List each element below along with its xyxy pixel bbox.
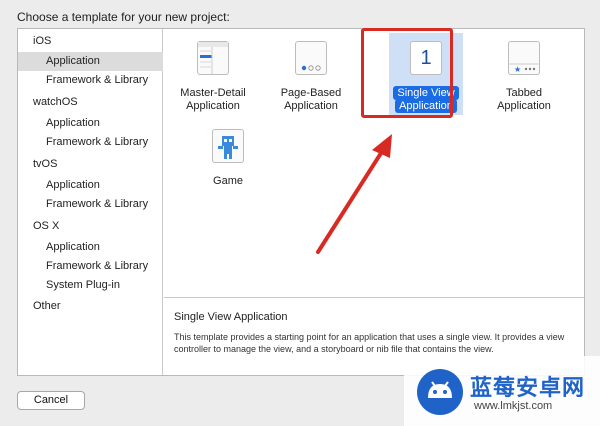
watermark-title: 蓝莓安卓网 xyxy=(470,375,586,400)
android-logo-icon xyxy=(416,368,464,416)
watermark-url: www.lmkjst.com xyxy=(474,400,553,412)
watermark: 蓝莓安卓网 www.lmkjst.com xyxy=(404,356,600,426)
